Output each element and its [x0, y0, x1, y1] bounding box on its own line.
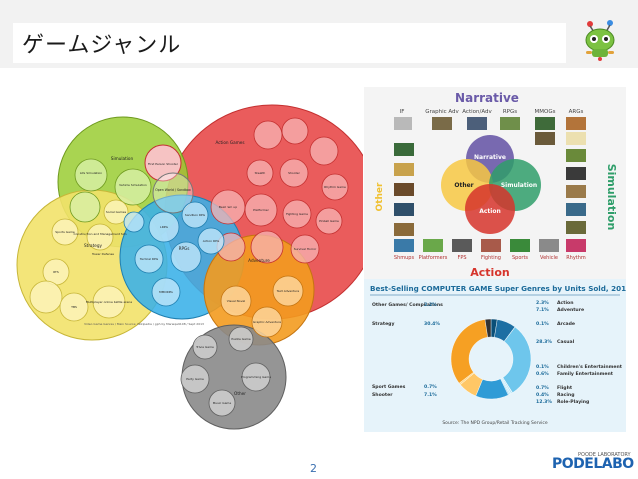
label-text-adv: Text Adventure — [276, 289, 300, 293]
genre-bubble-diagram: Action Games Simulation Strategy RPGs Ad… — [14, 87, 380, 432]
right-label-3: Casual — [557, 339, 575, 345]
label-party: Party Game — [186, 377, 204, 381]
venn-label-other: Other — [454, 182, 473, 189]
bottom-col-4: Sports — [512, 255, 528, 261]
right-label-6: Flight — [557, 385, 573, 391]
chart-source: Source: The NPD Group/Retail Tracking Se… — [442, 420, 548, 426]
label-sandbox-rpg: Sandbox RPG — [185, 213, 206, 217]
bottom-col-5: Vehicle — [540, 255, 558, 261]
side-label-other: Other — [375, 182, 385, 211]
left-value-0: 2.2% — [424, 302, 437, 308]
left-value-3: 7.1% — [424, 392, 437, 398]
chart-title: Best-Selling COMPUTER GAME Super Genres … — [370, 284, 626, 293]
bottom-label-action: Action — [470, 266, 509, 279]
label-rpgs: RPGs — [179, 246, 190, 251]
venn-label-action: Action — [479, 208, 501, 215]
right-value-0: 2.3% — [536, 300, 549, 306]
right-value-4: 0.1% — [536, 364, 549, 370]
label-rts: RTS — [53, 270, 59, 274]
venn-label-narrative: Narrative — [474, 154, 506, 161]
bottom-col-2: FPS — [457, 255, 466, 261]
label-lrpg: LRPG — [160, 225, 169, 229]
right-label-8: Role-Playing — [557, 399, 589, 405]
label-fps: First Person Shooter — [148, 162, 179, 166]
label-pinball: Pinball Game — [319, 219, 339, 223]
label-moba: Multiplayer online battle arena — [86, 300, 132, 304]
bottom-col-0: Shmups — [394, 255, 415, 261]
top-col-4: MMOGs — [535, 109, 556, 115]
label-puzzle: Puzzle Game — [231, 337, 251, 341]
right-value-8: 12.3% — [536, 399, 552, 405]
right-value-7: 0.4% — [536, 392, 549, 398]
label-survival: Survival Horror — [294, 247, 317, 251]
bottom-col-1: Platformers — [419, 255, 448, 261]
label-rhythm: Rhythm Game — [324, 185, 346, 189]
side-label-simulation: Simulation — [605, 164, 618, 231]
label-platformer: Platformer — [253, 208, 269, 212]
label-vehicle-sim: Vehicle Simulation — [119, 183, 147, 187]
right-label-2: Arcade — [557, 321, 575, 327]
label-action: Action Games — [215, 140, 244, 145]
label-sports: Sports Game — [55, 230, 75, 234]
label-beat-em-up: Beat 'em up — [219, 205, 237, 209]
source-note: Video Game Genres / Main Source: Wikiped… — [84, 322, 204, 326]
top-col-0: IF — [400, 109, 405, 115]
top-col-5: ARGs — [569, 109, 584, 115]
label-stealth: Stealth — [255, 171, 266, 175]
label-action-rpg: Action RPG — [203, 239, 220, 243]
right-label-0: Action — [557, 300, 573, 306]
left-label-1: Strategy — [372, 321, 394, 327]
label-programming: Programming Game — [241, 375, 271, 379]
top-col-1: Graphic Adv — [425, 109, 459, 115]
label-strategy: Strategy — [84, 243, 102, 248]
left-value-2: 0.7% — [424, 384, 437, 390]
page-number: 2 — [310, 462, 317, 475]
right-value-2: 0.1% — [536, 321, 549, 327]
label-shooter: Shooter — [288, 171, 300, 175]
narrative-and-chart-panel: Narrative IF Graphic Adv Action/Adv RPGs… — [364, 87, 626, 432]
label-visual-novel: Visual Novel — [227, 299, 246, 303]
label-tactical: Tactical RPG — [139, 257, 159, 261]
right-value-6: 0.7% — [536, 385, 549, 391]
label-simulation: Simulation — [111, 156, 134, 161]
label-music: Music Game — [213, 401, 232, 405]
bottom-col-3: Fighting — [481, 255, 501, 261]
right-label-7: Racing — [557, 392, 575, 398]
label-fighting: Fighting Game — [286, 212, 308, 216]
label-mmorpg: MMORPG — [159, 290, 173, 294]
pie-chart — [450, 318, 532, 400]
slide-title: ゲームジャンル — [22, 33, 182, 58]
label-construction: Construction and Management Sim — [73, 232, 126, 236]
right-label-4: Children's Entertainment — [557, 364, 623, 370]
robot-mascot-icon — [585, 20, 615, 61]
right-label-1: Adventure — [557, 307, 584, 313]
right-value-5: 0.6% — [536, 371, 549, 377]
label-life-sim: Life Simulation — [80, 171, 102, 175]
left-label-2: Sport Games — [372, 384, 406, 390]
right-value-1: 7.1% — [536, 307, 549, 313]
label-other: Other — [234, 391, 246, 396]
label-adventure: Adventure — [248, 258, 270, 263]
left-value-1: 30.4% — [424, 321, 440, 327]
narrative-title: Narrative — [455, 91, 519, 105]
left-label-3: Shooter — [372, 392, 393, 398]
top-col-3: RPGs — [503, 109, 517, 115]
pie-slice-strategy — [450, 319, 488, 384]
label-tbs: TBS — [70, 305, 77, 309]
bottom-col-6: Rhythm — [566, 255, 586, 261]
brand-logo: PODELABO — [552, 456, 634, 472]
label-open-world: Open World / Sandbox — [155, 188, 191, 192]
label-trivia: Trivia Game — [195, 345, 214, 349]
venn-label-simulation: Simulation — [501, 182, 537, 189]
top-col-2: Action/Adv — [462, 109, 492, 115]
label-tower-defense: Tower Defense — [91, 252, 114, 256]
right-value-3: 28.3% — [536, 339, 552, 345]
label-graphic-adv: Graphic Adventure — [253, 320, 281, 324]
label-social: Social Games — [106, 210, 127, 214]
right-label-5: Family Entertainment — [557, 371, 614, 377]
